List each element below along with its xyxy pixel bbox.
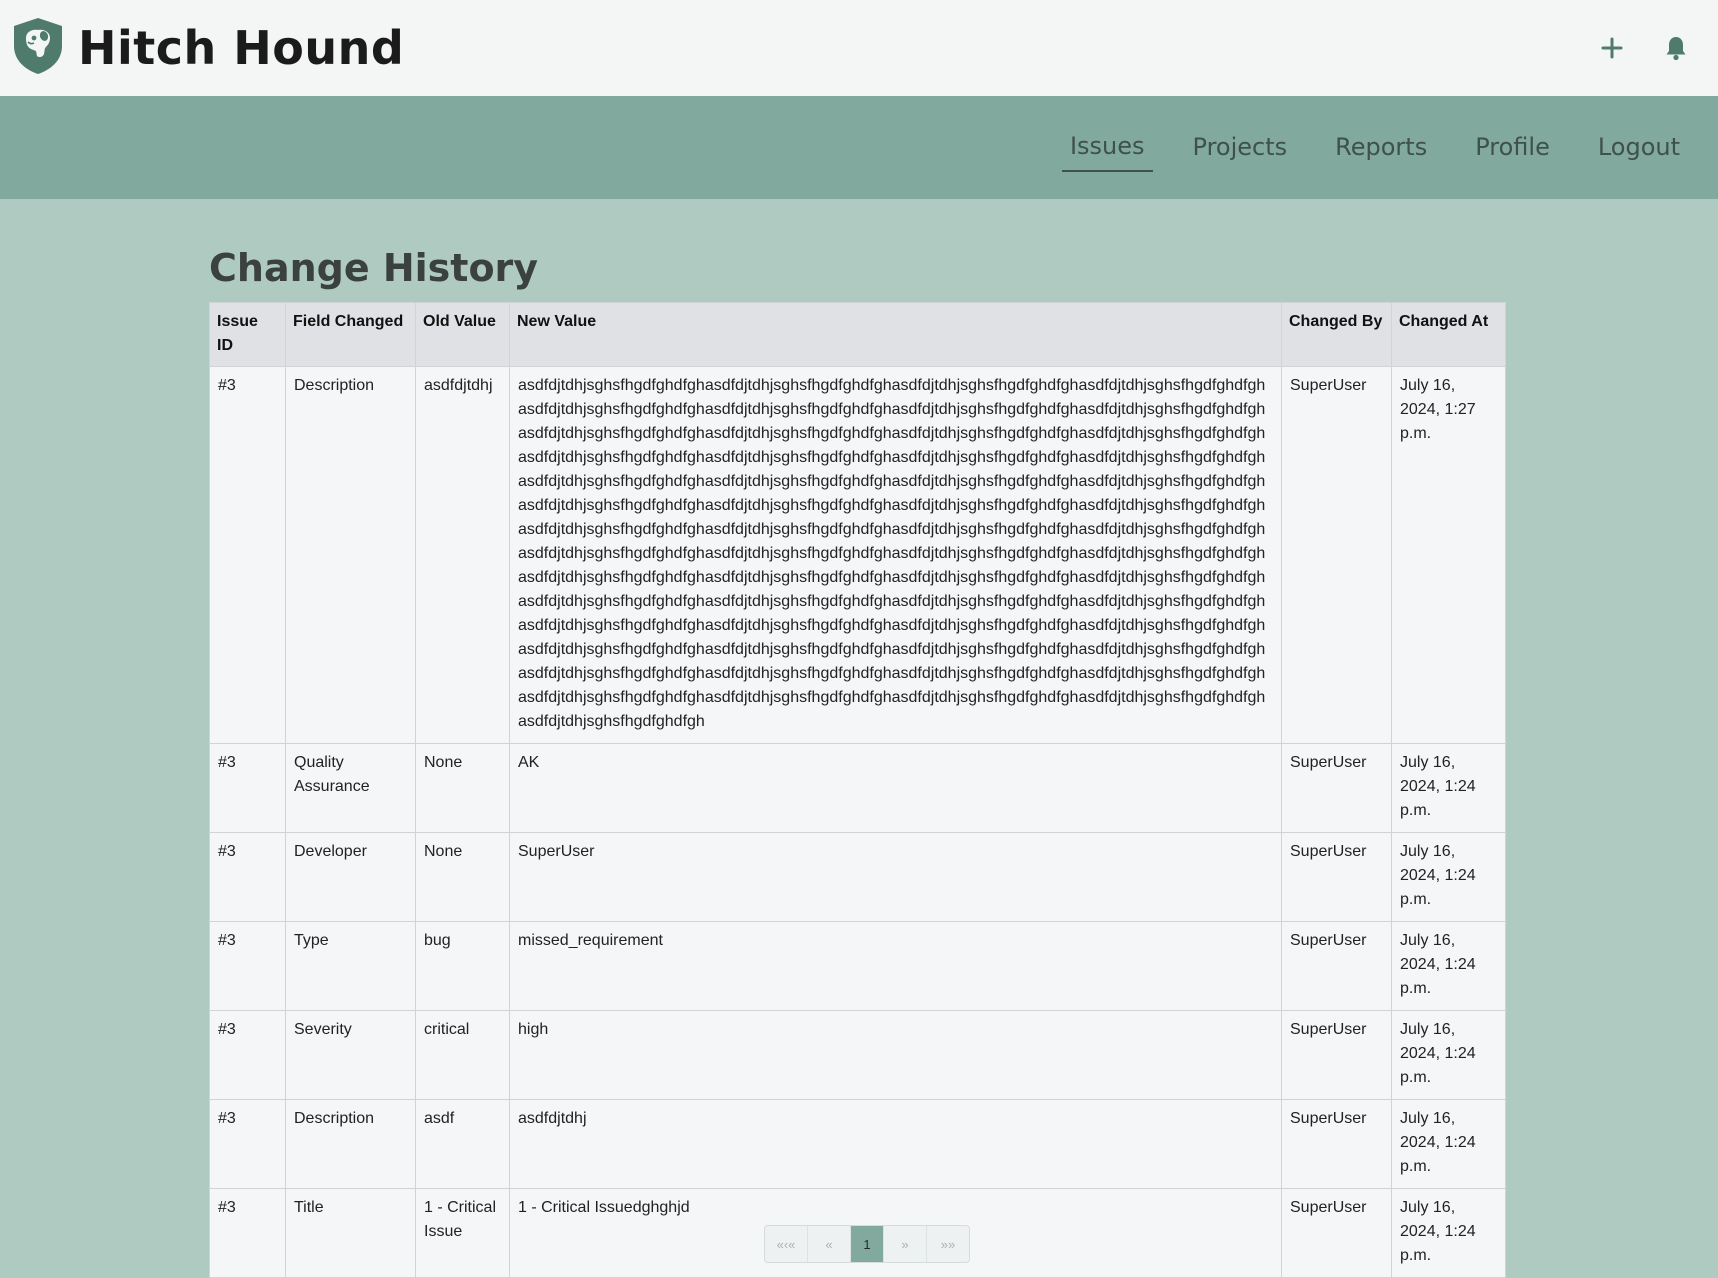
plus-icon[interactable]: [1600, 36, 1624, 60]
changed-at-cell: July 16, 2024, 1:24 p.m.: [1391, 832, 1506, 922]
old-value-cell: None: [415, 832, 510, 922]
field-changed-cell: Severity: [285, 1010, 416, 1100]
changed-by-cell: SuperUser: [1281, 1010, 1392, 1100]
new-value-cell: AK: [509, 743, 1282, 833]
table-row: #3 Quality Assurance None AK SuperUser J…: [209, 743, 1506, 833]
app-title: Hitch Hound: [78, 21, 405, 75]
pagination: «‹« « 1 » »»: [764, 1225, 970, 1263]
column-header[interactable]: Changed At: [1391, 302, 1506, 367]
changed-at-cell: July 16, 2024, 1:27 p.m.: [1391, 366, 1506, 744]
column-header[interactable]: Changed By: [1281, 302, 1392, 367]
column-header[interactable]: Field Changed: [285, 302, 416, 367]
changed-at-cell: July 16, 2024, 1:24 p.m.: [1391, 743, 1506, 833]
main-content: Change History Issue ID Field Changed Ol…: [209, 246, 1506, 1278]
field-changed-cell: Title: [285, 1188, 416, 1278]
new-value-cell: high: [509, 1010, 1282, 1100]
current-page-button[interactable]: 1: [851, 1226, 884, 1262]
column-header[interactable]: Old Value: [415, 302, 510, 367]
old-value-cell: 1 - Critical Issue: [415, 1188, 510, 1278]
brand[interactable]: Hitch Hound: [10, 16, 404, 81]
previous-page-button[interactable]: «: [808, 1226, 851, 1262]
table-row: #3 Description asdf asdfdjtdhj SuperUser…: [209, 1099, 1506, 1189]
table-row: #3 Type bug missed_requirement SuperUser…: [209, 921, 1506, 1011]
change-history-table: Issue ID Field Changed Old Value New Val…: [209, 302, 1506, 1278]
new-value-cell: asdfdjtdhj: [509, 1099, 1282, 1189]
nav-issues[interactable]: Issues: [1061, 124, 1153, 172]
old-value-cell: bug: [415, 921, 510, 1011]
nav-logout[interactable]: Logout: [1590, 125, 1688, 171]
field-changed-cell: Developer: [285, 832, 416, 922]
table-row: #3 Description asdfdjtdhj asdfdjtdhjsghs…: [209, 366, 1506, 744]
changed-by-cell: SuperUser: [1281, 1099, 1392, 1189]
field-changed-cell: Description: [285, 1099, 416, 1189]
issue-id-cell[interactable]: #3: [209, 832, 286, 922]
new-value-cell: asdfdjtdhjsghsfhgdfghdfghasdfdjtdhjsghsf…: [509, 366, 1282, 744]
issue-id-cell[interactable]: #3: [209, 1010, 286, 1100]
main-nav: Issues Projects Reports Profile Logout: [0, 96, 1718, 199]
changed-by-cell: SuperUser: [1281, 366, 1392, 744]
field-changed-cell: Description: [285, 366, 416, 744]
field-changed-cell: Type: [285, 921, 416, 1011]
table-row: #3 Severity critical high SuperUser July…: [209, 1010, 1506, 1100]
new-value-cell: missed_requirement: [509, 921, 1282, 1011]
next-page-button[interactable]: »: [884, 1226, 927, 1262]
column-header[interactable]: Issue ID: [209, 302, 286, 367]
table-row: #3 Developer None SuperUser SuperUser Ju…: [209, 832, 1506, 922]
changed-by-cell: SuperUser: [1281, 743, 1392, 833]
last-page-button[interactable]: »»: [927, 1226, 969, 1262]
top-bar: Hitch Hound: [0, 0, 1718, 96]
column-header[interactable]: New Value: [509, 302, 1282, 367]
changed-by-cell: SuperUser: [1281, 1188, 1392, 1278]
shield-dog-logo-icon: [10, 16, 66, 81]
changed-by-cell: SuperUser: [1281, 921, 1392, 1011]
old-value-cell: None: [415, 743, 510, 833]
old-value-cell: asdf: [415, 1099, 510, 1189]
nav-profile[interactable]: Profile: [1467, 125, 1558, 171]
nav-projects[interactable]: Projects: [1185, 125, 1296, 171]
changed-at-cell: July 16, 2024, 1:24 p.m.: [1391, 1188, 1506, 1278]
changed-at-cell: July 16, 2024, 1:24 p.m.: [1391, 1010, 1506, 1100]
changed-at-cell: July 16, 2024, 1:24 p.m.: [1391, 921, 1506, 1011]
changed-by-cell: SuperUser: [1281, 832, 1392, 922]
issue-id-cell[interactable]: #3: [209, 743, 286, 833]
first-page-button[interactable]: «‹«: [765, 1226, 808, 1262]
new-value-cell: SuperUser: [509, 832, 1282, 922]
bell-icon[interactable]: [1664, 35, 1688, 61]
nav-reports[interactable]: Reports: [1327, 125, 1435, 171]
old-value-cell: asdfdjtdhj: [415, 366, 510, 744]
issue-id-cell[interactable]: #3: [209, 366, 286, 744]
changed-at-cell: July 16, 2024, 1:24 p.m.: [1391, 1099, 1506, 1189]
issue-id-cell[interactable]: #3: [209, 1188, 286, 1278]
table-header-row: Issue ID Field Changed Old Value New Val…: [209, 302, 1506, 367]
field-changed-cell: Quality Assurance: [285, 743, 416, 833]
page-title: Change History: [209, 246, 539, 290]
issue-id-cell[interactable]: #3: [209, 1099, 286, 1189]
issue-id-cell[interactable]: #3: [209, 921, 286, 1011]
old-value-cell: critical: [415, 1010, 510, 1100]
